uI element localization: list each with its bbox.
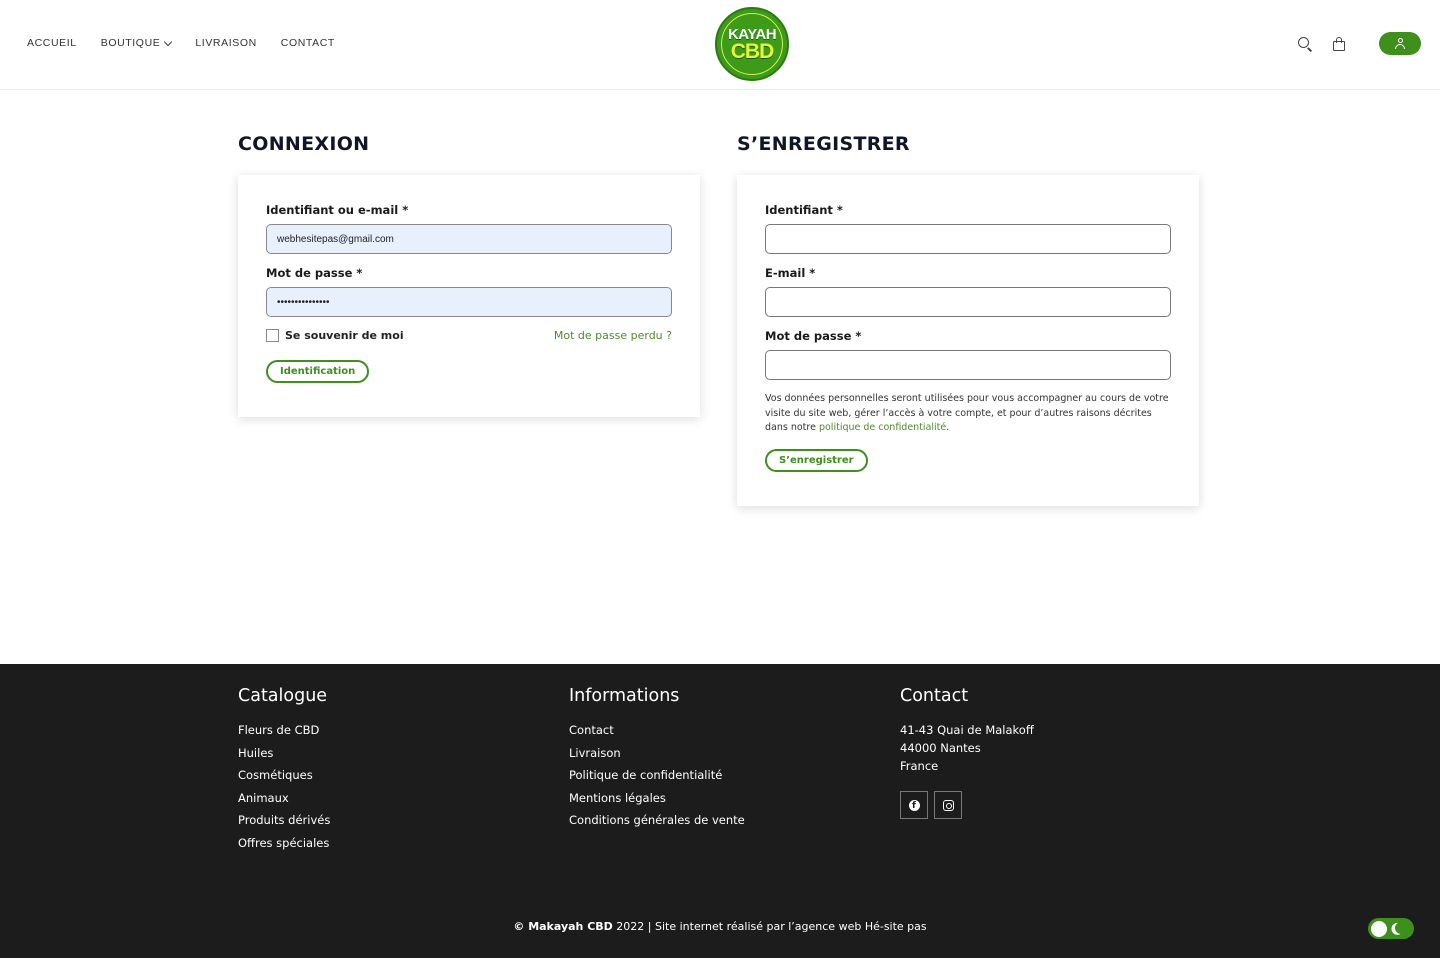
footer-contact: Contact 41-43 Quai de Malakoff 44000 Nan… bbox=[900, 686, 1034, 819]
site-logo[interactable]: KAYAH CBD bbox=[715, 7, 789, 81]
bag-icon[interactable] bbox=[1331, 36, 1347, 52]
footer-link-fleurs[interactable]: Fleurs de CBD bbox=[238, 723, 330, 746]
login-username-label: Identifiant ou e-mail * bbox=[266, 203, 409, 217]
login-options-row: Se souvenir de moi Mot de passe perdu ? bbox=[266, 329, 672, 342]
login-card: Identifiant ou e-mail * Mot de passe * S… bbox=[238, 175, 700, 417]
footer-link-livraison[interactable]: Livraison bbox=[569, 746, 745, 769]
footer-catalogue-list: Fleurs de CBD Huiles Cosmétiques Animaux… bbox=[238, 723, 330, 859]
footer-link-offres[interactable]: Offres spéciales bbox=[238, 836, 330, 859]
main-nav: ACCUEIL BOUTIQUE LIVRAISON CONTACT bbox=[27, 37, 335, 49]
footer-informations-title: Informations bbox=[569, 686, 680, 706]
register-title: S’ENREGISTRER bbox=[737, 133, 910, 155]
instagram-icon bbox=[942, 799, 954, 811]
login-submit-wrap: Identification bbox=[266, 360, 672, 383]
register-section: S’ENREGISTRER Identifiant * E-mail * Mot… bbox=[737, 133, 1199, 506]
footer-link-mentions[interactable]: Mentions légales bbox=[569, 791, 745, 814]
remember-me[interactable]: Se souvenir de moi bbox=[266, 329, 404, 342]
register-username-input[interactable] bbox=[765, 224, 1171, 254]
dark-mode-toggle[interactable] bbox=[1368, 918, 1414, 939]
logo-ring bbox=[721, 13, 783, 75]
footer-contact-title: Contact bbox=[900, 686, 969, 706]
site-header: ACCUEIL BOUTIQUE LIVRAISON CONTACT KAYAH… bbox=[0, 0, 1440, 90]
login-title: CONNEXION bbox=[238, 133, 370, 155]
register-username-field: Identifiant * bbox=[765, 203, 1171, 254]
footer-link-contact[interactable]: Contact bbox=[569, 723, 745, 746]
login-username-input[interactable] bbox=[266, 224, 672, 254]
footer-link-cgv[interactable]: Conditions générales de vente bbox=[569, 813, 745, 836]
footer-informations-list: Contact Livraison Politique de confident… bbox=[569, 723, 745, 836]
facebook-icon: f bbox=[908, 799, 920, 811]
privacy-policy-link[interactable]: politique de confidentialité bbox=[819, 422, 946, 433]
nav-contact[interactable]: CONTACT bbox=[281, 37, 335, 49]
search-icon[interactable] bbox=[1297, 36, 1313, 52]
chevron-down-icon bbox=[164, 37, 173, 46]
footer-link-produits-derives[interactable]: Produits dérivés bbox=[238, 813, 330, 836]
footer-catalogue: Catalogue Fleurs de CBD Huiles Cosmétiqu… bbox=[238, 686, 330, 859]
address-city: 44000 Nantes bbox=[900, 741, 981, 755]
instagram-link[interactable] bbox=[934, 791, 962, 819]
remember-me-checkbox[interactable] bbox=[266, 329, 279, 342]
footer-link-huiles[interactable]: Huiles bbox=[238, 746, 330, 769]
social-links: f bbox=[900, 791, 1034, 819]
lost-password-link[interactable]: Mot de passe perdu ? bbox=[554, 329, 672, 342]
login-button[interactable]: Identification bbox=[266, 360, 370, 383]
toggle-knob bbox=[1371, 920, 1387, 937]
address-country: France bbox=[900, 759, 939, 773]
moon-icon bbox=[1393, 920, 1408, 935]
footer-link-cosmetiques[interactable]: Cosmétiques bbox=[238, 768, 330, 791]
footer-catalogue-title: Catalogue bbox=[238, 686, 328, 706]
account-button[interactable] bbox=[1379, 32, 1421, 55]
login-password-field: Mot de passe * bbox=[266, 266, 672, 317]
nav-livraison[interactable]: LIVRAISON bbox=[195, 37, 256, 49]
register-email-label: E-mail * bbox=[765, 266, 816, 280]
footer-link-politique[interactable]: Politique de confidentialité bbox=[569, 768, 745, 791]
privacy-notice: Vos données personnelles seront utilisée… bbox=[765, 393, 1169, 433]
site-footer: Catalogue Fleurs de CBD Huiles Cosmétiqu… bbox=[0, 664, 1440, 958]
register-card: Identifiant * E-mail * Mot de passe * Vo… bbox=[737, 175, 1199, 506]
register-username-label: Identifiant * bbox=[765, 203, 843, 217]
register-email-field: E-mail * bbox=[765, 266, 1171, 317]
header-actions bbox=[1297, 32, 1421, 55]
register-button[interactable]: S’enregistrer bbox=[765, 448, 868, 472]
copyright: © Makayah CBD 2022 | Site internet réali… bbox=[513, 920, 927, 933]
user-icon bbox=[1395, 38, 1405, 49]
register-password-input[interactable] bbox=[765, 350, 1171, 380]
register-password-field: Mot de passe * bbox=[765, 329, 1171, 380]
nav-boutique[interactable]: BOUTIQUE bbox=[101, 37, 173, 49]
login-section: CONNEXION Identifiant ou e-mail * Mot de… bbox=[238, 133, 700, 417]
login-password-label: Mot de passe * bbox=[266, 266, 363, 280]
login-password-input[interactable] bbox=[266, 287, 672, 317]
address-street: 41-43 Quai de Malakoff bbox=[900, 723, 1034, 737]
remember-me-label: Se souvenir de moi bbox=[285, 329, 404, 342]
register-email-input[interactable] bbox=[765, 287, 1171, 317]
footer-informations: Informations Contact Livraison Politique… bbox=[569, 686, 745, 836]
nav-accueil[interactable]: ACCUEIL bbox=[27, 37, 77, 49]
login-username-field: Identifiant ou e-mail * bbox=[266, 203, 672, 254]
register-password-label: Mot de passe * bbox=[765, 329, 862, 343]
register-submit-wrap: S’enregistrer bbox=[765, 448, 1171, 472]
facebook-link[interactable]: f bbox=[900, 791, 928, 819]
footer-link-animaux[interactable]: Animaux bbox=[238, 791, 330, 814]
